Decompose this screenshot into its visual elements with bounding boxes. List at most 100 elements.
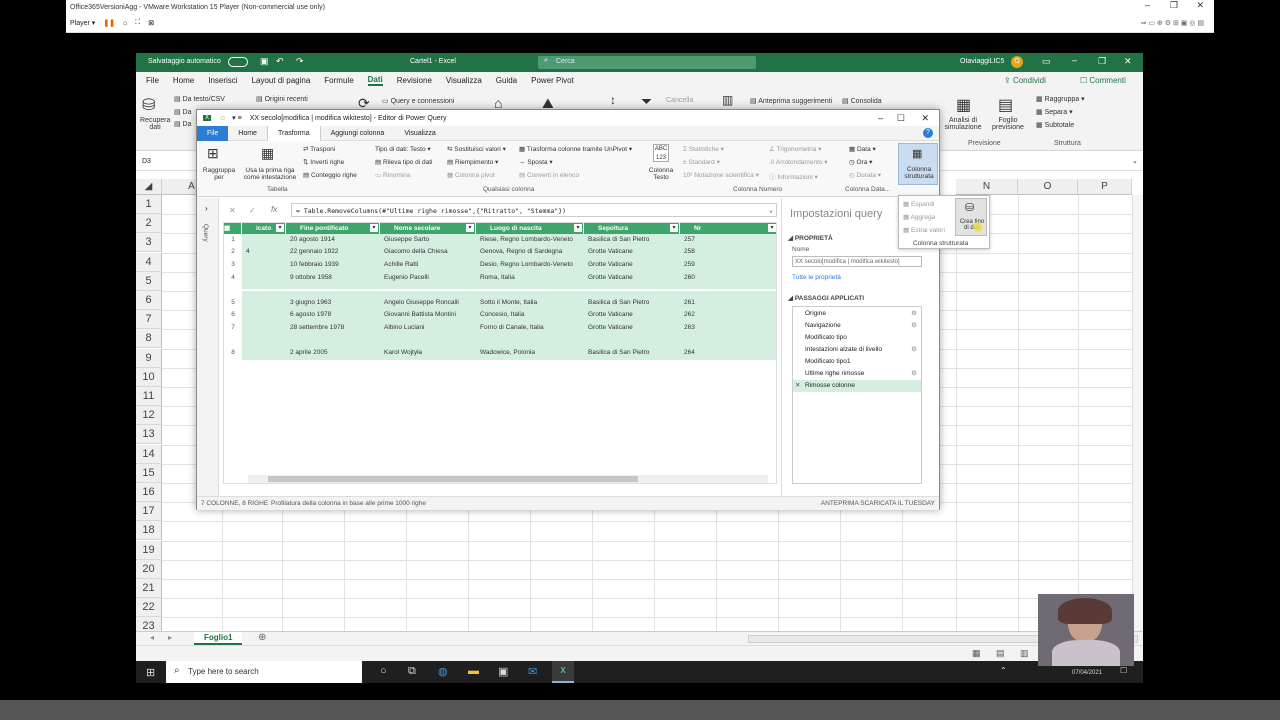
- normal-view-icon[interactable]: ▦: [972, 648, 981, 659]
- pq-tab[interactable]: Visualizza: [394, 126, 445, 141]
- notification-icon[interactable]: ☐: [1120, 666, 1127, 675]
- row-header[interactable]: 2: [136, 214, 162, 234]
- unity-icon[interactable]: ⊠: [148, 19, 154, 27]
- search-box[interactable]: Cerca ⌕: [538, 56, 756, 69]
- applied-step[interactable]: Navigazione ⚙: [793, 320, 921, 332]
- table-cell[interactable]: 28 settembre 1978: [290, 324, 378, 331]
- table-cell[interactable]: 261: [684, 299, 776, 306]
- subtotale-button[interactable]: ▦ Subtotale: [1036, 121, 1074, 129]
- column-header[interactable]: Nome secolare: [380, 223, 476, 234]
- row-header[interactable]: 8: [136, 329, 162, 349]
- table-cell[interactable]: Eugenio Pacelli: [384, 274, 474, 281]
- expand-queries-icon[interactable]: ›: [205, 204, 208, 213]
- row-header[interactable]: 6: [136, 291, 162, 310]
- user-name[interactable]: OtaviaggiLIC5: [960, 58, 1004, 65]
- estrai-valori-item[interactable]: ▦ Estrai valori: [903, 226, 945, 234]
- table-cell[interactable]: Giovanni Battista Montini: [384, 311, 474, 318]
- next-sheet-icon[interactable]: ▸: [168, 633, 172, 642]
- table-cell[interactable]: 257: [684, 236, 776, 243]
- column-filter-icon[interactable]: ▾: [276, 224, 284, 232]
- step-settings-icon[interactable]: ⚙: [911, 368, 917, 380]
- row-header[interactable]: 1: [136, 195, 162, 214]
- column-filter-icon[interactable]: ▾: [670, 224, 678, 232]
- column-filter-icon[interactable]: ▾: [768, 224, 776, 232]
- table-cell[interactable]: Grotte Vaticane: [588, 261, 678, 268]
- riempimento-button[interactable]: ▤ Riempimento ▾: [447, 158, 498, 166]
- table-cell[interactable]: 262: [684, 311, 776, 318]
- applied-step[interactable]: Rimosse colonne ✕: [793, 380, 921, 392]
- table-cell[interactable]: Grotte Vaticane: [588, 274, 678, 281]
- statistiche-button[interactable]: Σ Statistiche ▾: [683, 145, 724, 153]
- rileva-tipo-button[interactable]: ▤ Rileva tipo di dati: [375, 158, 432, 166]
- table-row-number[interactable]: 1: [224, 236, 242, 243]
- data-button[interactable]: ▦ Data ▾: [849, 145, 876, 153]
- queries-pane[interactable]: › Query: [197, 198, 219, 496]
- row-header[interactable]: 3: [136, 233, 162, 253]
- task-view-icon[interactable]: ⧉: [408, 665, 416, 678]
- raggruppa-per-button[interactable]: Raggruppa per: [201, 167, 237, 181]
- excel-close-icon[interactable]: ✕: [1124, 56, 1132, 67]
- ora-button[interactable]: ◷ Ora ▾: [849, 158, 872, 166]
- sheet-tab-foglio1[interactable]: Foglio1: [194, 632, 243, 645]
- column-header-o[interactable]: O: [1018, 179, 1078, 195]
- pq-tab[interactable]: Home: [228, 126, 267, 141]
- prev-sheet-icon[interactable]: ◂: [150, 633, 154, 642]
- pq-tab[interactable]: File: [197, 125, 229, 141]
- arrotondamento-button[interactable]: .0 Arrotondamento ▾: [769, 158, 828, 166]
- status-profiling[interactable]: Profilatura della colonna in base alle p…: [271, 500, 426, 507]
- pq-formula-bar[interactable]: = Table.RemoveColumns(#"Ultime righe rim…: [291, 203, 777, 217]
- analisi-button[interactable]: Analisi di simulazione: [940, 117, 986, 131]
- row-header[interactable]: 14: [136, 444, 162, 464]
- excel-menu-tab[interactable]: Formule: [324, 76, 353, 85]
- column-filter-icon[interactable]: ▾: [574, 224, 582, 232]
- page-break-icon[interactable]: ▥: [1020, 648, 1029, 659]
- applied-step[interactable]: Intestazioni alzate di livello ⚙: [793, 344, 921, 356]
- table-cell[interactable]: 260: [684, 274, 776, 281]
- foglio-previsione-button[interactable]: Foglio previsione: [988, 117, 1028, 131]
- sposta-button[interactable]: ⇔ Sposta ▾: [519, 158, 553, 166]
- excel-menu-tab[interactable]: Layout di pagina: [252, 76, 311, 85]
- standard-button[interactable]: ± Standard ▾: [683, 158, 720, 166]
- table-cell[interactable]: Wadowice, Polonia: [480, 349, 582, 356]
- restore-icon[interactable]: ❐: [1170, 0, 1178, 11]
- row-header[interactable]: 10: [136, 367, 162, 387]
- row-header[interactable]: 19: [136, 540, 162, 560]
- espandi-item[interactable]: ▦ Espandi: [903, 200, 934, 208]
- unpivot-button[interactable]: ▦ Trasforma colonne tramite UnPivot ▾: [519, 145, 632, 153]
- minimize-icon[interactable]: –: [1145, 0, 1150, 10]
- column-filter-icon[interactable]: ▾: [466, 224, 474, 232]
- tray-chevron-icon[interactable]: ⌃: [1000, 666, 1007, 675]
- anteprima-button[interactable]: ▤ Anteprima suggerimenti: [750, 97, 832, 105]
- durata-button[interactable]: ◴ Durata ▾: [849, 171, 881, 179]
- column-header[interactable]: Nr: [680, 223, 776, 234]
- applied-step[interactable]: Ultime righe rimosse ⚙: [793, 368, 921, 380]
- step-settings-icon[interactable]: ⚙: [911, 320, 917, 332]
- table-cell[interactable]: Concesio, Italia: [480, 311, 582, 318]
- rinomina-button[interactable]: ▭ Rinomina: [375, 171, 410, 179]
- filter-icon[interactable]: ⏷: [641, 93, 652, 110]
- row-header[interactable]: 7: [136, 310, 162, 330]
- table-cell[interactable]: Basilica di San Pietro: [588, 236, 678, 243]
- row-header[interactable]: 12: [136, 406, 162, 426]
- column-header[interactable]: Fine pontificato: [286, 223, 380, 234]
- table-cell[interactable]: 20 agosto 1914: [290, 236, 378, 243]
- step-settings-icon[interactable]: ⚙: [911, 308, 917, 320]
- table-cell[interactable]: Desio, Regno Lombardo-Veneto: [480, 261, 582, 268]
- column-filter-icon[interactable]: ▾: [370, 224, 378, 232]
- table-cell[interactable]: Basilica di San Pietro: [588, 349, 678, 356]
- trasponi-button[interactable]: ⇄ Trasponi: [303, 145, 335, 153]
- row-header[interactable]: 20: [136, 559, 162, 579]
- column-header-p[interactable]: P: [1078, 179, 1132, 195]
- undo-icon[interactable]: ↶: [276, 56, 284, 67]
- table-row-number[interactable]: 5: [224, 299, 242, 306]
- step-settings-icon[interactable]: ⚙: [911, 344, 917, 356]
- informazioni-button[interactable]: ⓘ Informazioni ▾: [769, 171, 818, 181]
- redo-icon[interactable]: ↷: [296, 56, 304, 67]
- row-header[interactable]: 11: [136, 387, 162, 406]
- cortana-icon[interactable]: ○: [380, 665, 387, 677]
- colonna-pivot-button[interactable]: ▦ Colonna pivot: [447, 171, 495, 179]
- table-cell[interactable]: 22 gennaio 1922: [290, 248, 378, 255]
- table-row-number[interactable]: 6: [224, 311, 242, 318]
- aggrega-item[interactable]: ▦ Aggrega: [903, 213, 935, 221]
- excel-menu-tab[interactable]: Power Pivot: [531, 76, 574, 85]
